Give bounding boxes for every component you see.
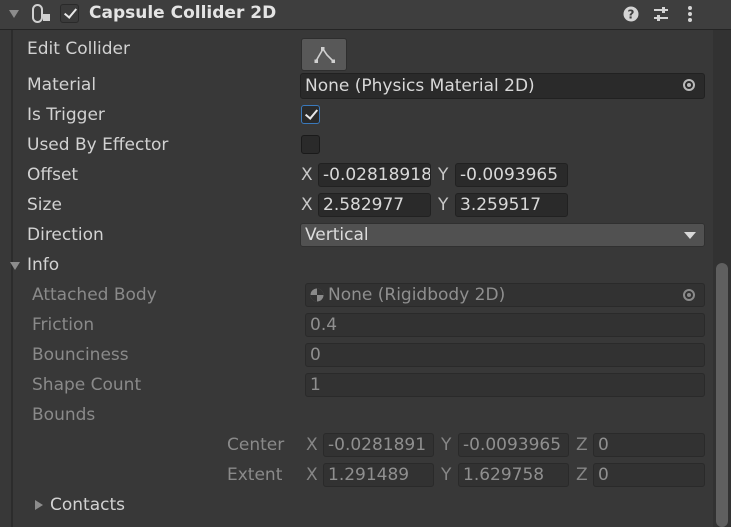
edit-collider-button[interactable]	[301, 38, 347, 71]
size-y-field[interactable]: 3.259517	[455, 193, 568, 217]
extent-z-field: 0	[593, 463, 705, 487]
offset-label: Offset	[27, 165, 79, 185]
center-x-field: -0.0281891	[323, 433, 434, 457]
material-value: None (Physics Material 2D)	[305, 76, 535, 96]
material-label: Material	[27, 75, 97, 95]
shape-count-field: 1	[305, 373, 705, 397]
presets-icon[interactable]	[653, 6, 669, 22]
size-x-field[interactable]: 2.582977	[318, 193, 431, 217]
friction-field: 0.4	[305, 313, 705, 337]
rigidbody-icon	[310, 288, 324, 302]
kebab-menu-icon[interactable]	[686, 5, 694, 23]
is-trigger-checkbox[interactable]	[301, 105, 320, 124]
offset-y-axis-label: Y	[438, 165, 449, 185]
is-trigger-label: Is Trigger	[27, 105, 105, 125]
offset-x-field[interactable]: -0.02818918	[318, 163, 431, 187]
bounds-label: Bounds	[32, 405, 96, 425]
bounciness-label: Bounciness	[32, 345, 129, 365]
contacts-foldout-icon[interactable]	[35, 500, 43, 510]
center-z-axis-label: Z	[576, 435, 588, 455]
dropdown-arrow-icon	[684, 232, 696, 239]
svg-text:?: ?	[628, 8, 635, 22]
extent-y-axis-label: Y	[441, 465, 452, 485]
bounciness-field: 0	[305, 343, 705, 367]
used-by-effector-checkbox[interactable]	[301, 135, 320, 154]
offset-x-axis-label: X	[301, 165, 313, 185]
capsule-collider-icon	[32, 4, 50, 23]
bounds-extent-label: Extent	[227, 465, 283, 485]
object-picker-icon[interactable]	[683, 79, 695, 91]
size-label: Size	[27, 195, 62, 215]
extent-z-axis-label: Z	[576, 465, 588, 485]
material-object-field[interactable]: None (Physics Material 2D)	[300, 73, 705, 99]
used-by-effector-label: Used By Effector	[27, 135, 169, 155]
hierarchy-indent-line	[11, 30, 13, 527]
contacts-foldout-label[interactable]: Contacts	[50, 495, 125, 515]
component-enabled-checkbox[interactable]	[60, 4, 79, 23]
bounds-center-label: Center	[227, 435, 285, 455]
center-y-axis-label: Y	[441, 435, 452, 455]
scrollbar-thumb[interactable]	[716, 263, 728, 527]
info-foldout-icon[interactable]	[10, 262, 20, 270]
direction-dropdown[interactable]: Vertical	[300, 223, 705, 247]
center-z-field: 0	[593, 433, 705, 457]
foldout-expanded-icon[interactable]	[9, 10, 19, 18]
shape-count-label: Shape Count	[32, 375, 142, 395]
attached-body-label: Attached Body	[32, 285, 157, 305]
attached-body-picker-icon	[683, 289, 695, 301]
center-x-axis-label: X	[306, 435, 318, 455]
edit-collider-label: Edit Collider	[27, 39, 131, 59]
size-x-axis-label: X	[301, 195, 313, 215]
size-y-axis-label: Y	[438, 195, 449, 215]
friction-label: Friction	[32, 315, 95, 335]
direction-label: Direction	[27, 225, 104, 245]
component-title: Capsule Collider 2D	[89, 3, 277, 23]
extent-x-axis-label: X	[306, 465, 318, 485]
offset-y-field[interactable]: -0.0093965	[455, 163, 568, 187]
help-icon[interactable]: ?	[623, 6, 639, 22]
direction-value: Vertical	[305, 225, 369, 245]
extent-x-field: 1.291489	[323, 463, 434, 487]
component-header: Capsule Collider 2D ?	[0, 0, 731, 30]
attached-body-value: None (Rigidbody 2D)	[328, 285, 506, 305]
info-foldout-label[interactable]: Info	[27, 255, 59, 275]
extent-y-field: 1.629758	[458, 463, 569, 487]
edit-collider-icon	[314, 47, 335, 63]
center-y-field: -0.0093965	[458, 433, 569, 457]
attached-body-field: None (Rigidbody 2D)	[305, 283, 705, 307]
